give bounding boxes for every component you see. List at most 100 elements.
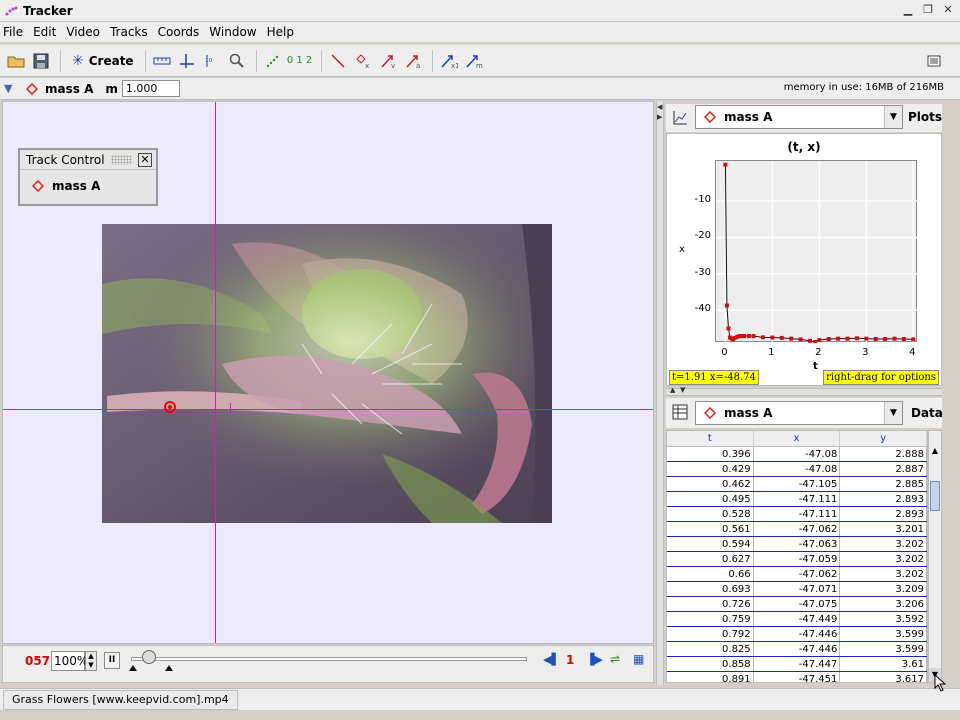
table-icon[interactable] xyxy=(672,404,688,423)
table-row[interactable]: 0.594 -47.063 3.202 xyxy=(667,537,927,552)
scroll-thumb[interactable] xyxy=(930,481,940,511)
table-cell-y[interactable]: 3.202 xyxy=(840,567,927,581)
track-control-close-button[interactable]: ✕ xyxy=(138,152,152,167)
zoom-spinner[interactable]: ▲ ▼ xyxy=(85,651,97,671)
table-cell-x[interactable]: -47.08 xyxy=(754,462,841,476)
split-pane-divider[interactable]: ◀ ▶ xyxy=(656,101,664,685)
table-cell-t[interactable]: 0.792 xyxy=(667,627,754,641)
table-cell-t[interactable]: 0.858 xyxy=(667,657,754,671)
data-point[interactable] xyxy=(873,336,878,341)
zoom-icon[interactable] xyxy=(226,50,248,72)
axes-icon[interactable] xyxy=(176,50,198,72)
table-cell-x[interactable]: -47.449 xyxy=(754,612,841,626)
scroll-up-icon[interactable]: ▲ xyxy=(929,445,941,457)
acceleration-icon[interactable]: a xyxy=(402,50,424,72)
table-cell-x[interactable]: -47.062 xyxy=(754,522,841,536)
divider-up-arrow-icon[interactable]: ▲ xyxy=(670,386,675,394)
table-row[interactable]: 0.891 -47.451 3.617 xyxy=(667,672,927,682)
data-point[interactable] xyxy=(726,326,731,331)
table-cell-y[interactable]: 3.201 xyxy=(840,522,927,536)
table-cell-y[interactable]: 3.209 xyxy=(840,582,927,596)
table-row[interactable]: 0.759 -47.449 3.592 xyxy=(667,612,927,627)
menu-tracks[interactable]: Tracks xyxy=(105,25,153,39)
table-row[interactable]: 0.792 -47.446 3.599 xyxy=(667,627,927,642)
data-point[interactable] xyxy=(751,334,756,339)
data-point[interactable] xyxy=(746,333,751,338)
data-point[interactable] xyxy=(798,337,803,342)
column-header-y[interactable]: y xyxy=(840,431,927,446)
data-point[interactable] xyxy=(760,335,765,340)
table-row[interactable]: 0.693 -47.071 3.209 xyxy=(667,582,927,597)
notes-icon[interactable] xyxy=(923,50,945,72)
table-cell-y[interactable]: 3.61 xyxy=(840,657,927,671)
table-cell-t[interactable]: 0.66 xyxy=(667,567,754,581)
menu-file[interactable]: File xyxy=(0,25,28,39)
table-cell-x[interactable]: -47.105 xyxy=(754,477,841,491)
momentum-icon[interactable]: x1 xyxy=(438,50,460,72)
data-point[interactable] xyxy=(883,336,888,341)
table-cell-t[interactable]: 0.528 xyxy=(667,507,754,521)
calibration-tape-icon[interactable] xyxy=(151,50,173,72)
table-row[interactable]: 0.429 -47.08 2.887 xyxy=(667,462,927,477)
table-cell-t[interactable]: 0.759 xyxy=(667,612,754,626)
table-cell-t[interactable]: 0.726 xyxy=(667,597,754,611)
table-cell-x[interactable]: -47.063 xyxy=(754,537,841,551)
table-cell-x[interactable]: -47.071 xyxy=(754,582,841,596)
menu-coords[interactable]: Coords xyxy=(153,25,205,39)
table-cell-t[interactable]: 0.693 xyxy=(667,582,754,596)
step-labels-icon[interactable]: 0 1 2 xyxy=(287,50,313,72)
step-forward-icon[interactable]: ▐▶ xyxy=(586,653,603,666)
table-cell-y[interactable]: 3.599 xyxy=(840,642,927,656)
x-axis-line[interactable] xyxy=(3,409,653,410)
table-cell-t[interactable]: 0.825 xyxy=(667,642,754,656)
table-cell-x[interactable]: -47.446 xyxy=(754,627,841,641)
data-point[interactable] xyxy=(741,334,746,339)
table-cell-y[interactable]: 2.887 xyxy=(840,462,927,476)
table-cell-y[interactable]: 2.893 xyxy=(840,507,927,521)
data-point[interactable] xyxy=(892,336,897,341)
video-frame[interactable] xyxy=(102,224,552,523)
table-cell-y[interactable]: 3.592 xyxy=(840,612,927,626)
column-header-t[interactable]: t xyxy=(667,431,754,446)
force-icon[interactable]: m xyxy=(463,50,485,72)
plot-canvas[interactable] xyxy=(715,160,918,343)
table-cell-t[interactable]: 0.594 xyxy=(667,537,754,551)
data-point[interactable] xyxy=(770,335,775,340)
table-cell-y[interactable]: 2.885 xyxy=(840,477,927,491)
table-cell-y[interactable]: 2.893 xyxy=(840,492,927,506)
track-menu-triangle-icon[interactable]: ▼ xyxy=(4,82,16,95)
step-back-icon[interactable]: ◀▌ xyxy=(543,653,560,666)
minimize-button[interactable]: ▁ xyxy=(900,3,916,19)
data-point[interactable] xyxy=(813,340,818,343)
table-cell-y[interactable]: 3.599 xyxy=(840,627,927,641)
chevron-down-icon[interactable]: ▼ xyxy=(884,402,902,424)
data-point[interactable] xyxy=(854,336,859,341)
clip-settings-icon[interactable]: ▦ xyxy=(633,652,644,666)
video-file-tab[interactable]: Grass Flowers [www.keepvid.com].mp4 xyxy=(3,690,238,710)
menu-help[interactable]: Help xyxy=(262,25,299,39)
table-row[interactable]: 0.396 -47.08 2.888 xyxy=(667,447,927,462)
data-point[interactable] xyxy=(864,336,869,341)
chevron-down-icon[interactable]: ▼ xyxy=(884,106,902,128)
table-cell-t[interactable]: 0.495 xyxy=(667,492,754,506)
table-cell-t[interactable]: 0.429 xyxy=(667,462,754,476)
table-scrollbar[interactable]: ▲ ▼ xyxy=(928,430,942,683)
plot-area[interactable]: (t, x) -10 -20 -30 -40 0 1 2 3 4 x t t=1.91 x=-… xyxy=(666,133,942,386)
table-cell-x[interactable]: -47.075 xyxy=(754,597,841,611)
plot-chart-icon[interactable] xyxy=(668,106,692,130)
data-button[interactable]: Data xyxy=(911,406,943,420)
column-header-x[interactable]: x xyxy=(754,431,841,446)
data-point[interactable] xyxy=(779,335,784,340)
position-icon[interactable]: x xyxy=(352,50,374,72)
table-cell-x[interactable]: -47.451 xyxy=(754,672,841,682)
data-point[interactable] xyxy=(836,336,841,341)
data-point[interactable] xyxy=(911,337,916,342)
table-row[interactable]: 0.561 -47.062 3.201 xyxy=(667,522,927,537)
plots-button[interactable]: Plots xyxy=(908,110,942,124)
data-point[interactable] xyxy=(826,336,831,341)
table-row[interactable]: 0.825 -47.446 3.599 xyxy=(667,642,927,657)
divider-right-arrow-icon[interactable]: ▶ xyxy=(657,113,662,121)
table-row[interactable]: 0.858 -47.447 3.61 xyxy=(667,657,927,672)
table-cell-y[interactable]: 3.617 xyxy=(840,672,927,682)
frame-slider[interactable] xyxy=(131,657,527,661)
